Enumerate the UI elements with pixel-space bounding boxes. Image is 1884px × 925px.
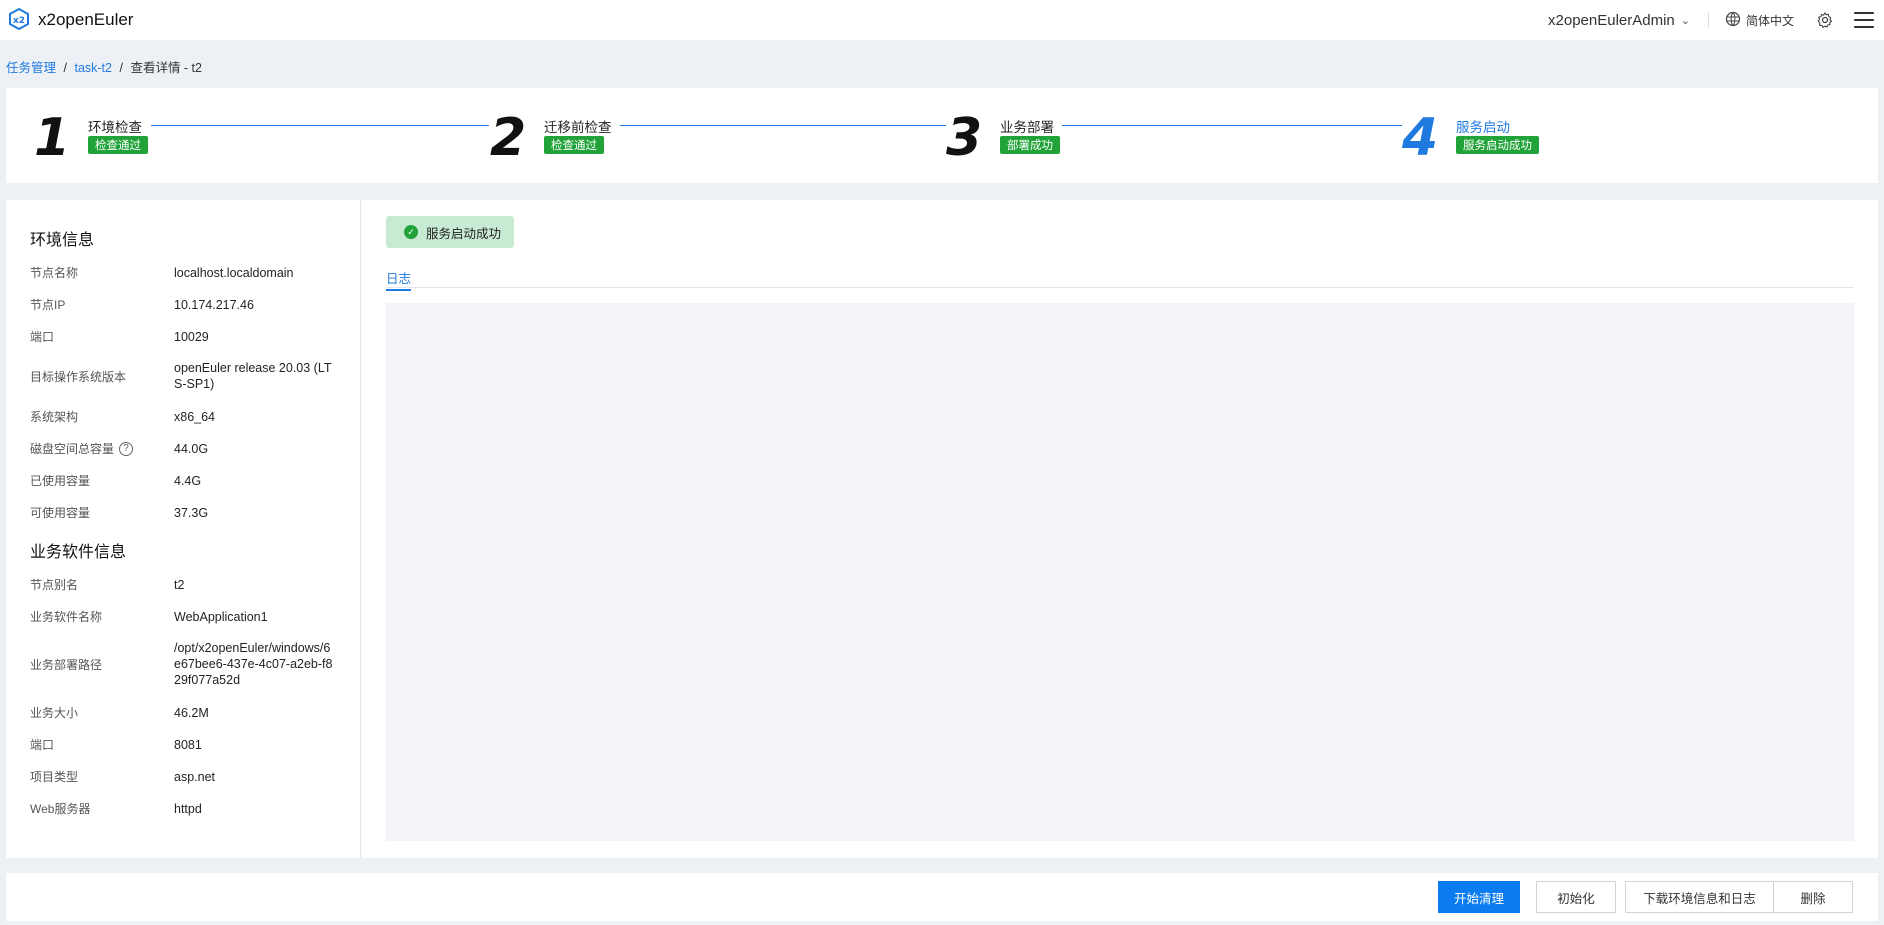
info-label: 节点别名 [30, 578, 79, 592]
info-value: 37.3G [174, 505, 209, 520]
download-env-and-log-button[interactable]: 下载环境信息和日志 [1625, 881, 1774, 913]
status-badge: 服务启动成功 [1456, 136, 1539, 154]
info-row: 磁盘空间总容量 ? 44.0G [30, 440, 350, 457]
log-output[interactable] [386, 303, 1854, 841]
action-bar: 开始清理 初始化 下载环境信息和日志 删除 [6, 873, 1878, 921]
info-value: 10.174.217.46 [174, 297, 254, 312]
step-connector [1062, 125, 1402, 126]
info-value: openEuler release 20.03 (LTS-SP1) [174, 361, 332, 391]
check-circle-icon: ✓ [404, 225, 418, 239]
start-cleanup-button[interactable]: 开始清理 [1438, 881, 1520, 913]
status-badge: 部署成功 [1000, 136, 1060, 154]
step-number: 2 [490, 108, 527, 168]
info-row: 端口 8081 [30, 736, 350, 753]
info-value: 44.0G [174, 441, 209, 456]
step-title: 服务启动 [1456, 120, 1510, 135]
step-number: 4 [1402, 108, 1439, 168]
info-row: 节点别名 t2 [30, 576, 350, 593]
breadcrumb-separator: / [119, 61, 123, 75]
info-value: 4.4G [174, 473, 202, 488]
info-label: 已使用容量 [30, 474, 91, 488]
info-row: 已使用容量 4.4G [30, 472, 350, 489]
info-row: 业务大小 46.2M [30, 704, 350, 721]
step-title: 迁移前检查 [544, 120, 612, 135]
info-sidebar: 环境信息 节点名称 localhost.localdomain 节点IP 10.… [6, 200, 361, 858]
info-row: 目标操作系统版本 openEuler release 20.03 (LTS-SP… [30, 360, 350, 392]
info-value: t2 [174, 577, 185, 592]
section-title-environment: 环境信息 [30, 232, 95, 249]
progress-steps: 1 环境检查 检查通过 2 迁移前检查 检查通过 3 业务部署 部署成功 4 服… [6, 88, 1878, 183]
breadcrumb-current: 查看详情 - t2 [130, 61, 202, 75]
info-value: localhost.localdomain [174, 265, 294, 280]
info-row: Web服务器 httpd [30, 800, 350, 817]
top-bar: x2 x2openEuler x2openEulerAdmin ⌄ 简体中文 [0, 0, 1884, 40]
info-label: 可使用容量 [30, 506, 91, 520]
step-connector [620, 125, 946, 126]
language-label: 简体中文 [1745, 13, 1794, 28]
info-row: 业务软件名称 WebApplication1 [30, 608, 350, 625]
info-label: 项目类型 [30, 770, 79, 784]
info-value: x86_64 [174, 409, 216, 424]
logo[interactable]: x2 x2openEuler [8, 7, 134, 33]
user-menu[interactable]: x2openEulerAdmin ⌄ [1548, 12, 1690, 29]
help-icon[interactable]: ? [119, 441, 134, 456]
step-number: 1 [34, 108, 71, 168]
info-value: asp.net [174, 769, 216, 784]
info-row: 可使用容量 37.3G [30, 504, 350, 521]
initialize-button[interactable]: 初始化 [1536, 881, 1616, 913]
info-label: 磁盘空间总容量 [30, 442, 115, 456]
app-title: x2openEuler [38, 10, 134, 29]
info-value: /opt/x2openEuler/windows/6e67bee6-437e-4… [174, 641, 333, 687]
delete-button[interactable]: 删除 [1773, 881, 1853, 913]
info-value: 10029 [174, 329, 209, 344]
info-value: httpd [174, 801, 202, 816]
gear-icon[interactable] [1816, 11, 1834, 29]
info-value: 46.2M [174, 705, 209, 720]
step-title: 环境检查 [88, 120, 142, 135]
info-label: 系统架构 [30, 410, 79, 424]
info-row: 业务部署路径 /opt/x2openEuler/windows/6e67bee6… [30, 640, 350, 688]
globe-icon [1725, 11, 1746, 30]
tab-divider [386, 287, 1854, 288]
status-badge: 检查通过 [88, 136, 148, 154]
info-label: 端口 [30, 330, 55, 344]
detail-panel: 环境信息 节点名称 localhost.localdomain 节点IP 10.… [6, 200, 1878, 858]
step-title: 业务部署 [1000, 120, 1054, 135]
log-panel: ✓ 服务启动成功 日志 [386, 200, 1856, 858]
divider [1707, 12, 1709, 28]
breadcrumb-separator: / [63, 61, 67, 75]
info-row: 端口 10029 [30, 328, 350, 345]
info-row: 节点名称 localhost.localdomain [30, 264, 350, 281]
info-value: 8081 [174, 737, 202, 752]
info-label: 节点名称 [30, 266, 79, 280]
info-row: 系统架构 x86_64 [30, 408, 350, 425]
section-title-business-software: 业务软件信息 [30, 544, 127, 561]
language-switch[interactable]: 简体中文 [1725, 11, 1794, 30]
chevron-down-icon: ⌄ [1680, 14, 1690, 27]
info-label: 节点IP [30, 298, 66, 312]
hamburger-menu-icon[interactable] [1854, 12, 1874, 28]
step-number: 3 [946, 108, 983, 168]
info-label: Web服务器 [30, 802, 91, 816]
status-text: 服务启动成功 [426, 226, 502, 241]
breadcrumb-task[interactable]: task-t2 [74, 61, 112, 75]
info-label: 目标操作系统版本 [30, 369, 127, 384]
info-label: 业务部署路径 [30, 657, 103, 672]
svg-text:x2: x2 [13, 16, 25, 26]
info-label: 业务软件名称 [30, 610, 103, 624]
breadcrumb-task-management[interactable]: 任务管理 [6, 61, 56, 75]
info-row: 节点IP 10.174.217.46 [30, 296, 350, 313]
info-label: 业务大小 [30, 706, 79, 720]
info-row: 项目类型 asp.net [30, 768, 350, 785]
breadcrumb: 任务管理 / task-t2 / 查看详情 - t2 [6, 57, 202, 76]
info-label: 端口 [30, 738, 55, 752]
service-status-banner: ✓ 服务启动成功 [386, 216, 514, 248]
x2openeuler-logo-icon: x2 [8, 7, 30, 33]
status-badge: 检查通过 [544, 136, 604, 154]
info-value: WebApplication1 [174, 609, 268, 624]
step-connector [151, 125, 489, 126]
username: x2openEulerAdmin [1548, 11, 1675, 29]
